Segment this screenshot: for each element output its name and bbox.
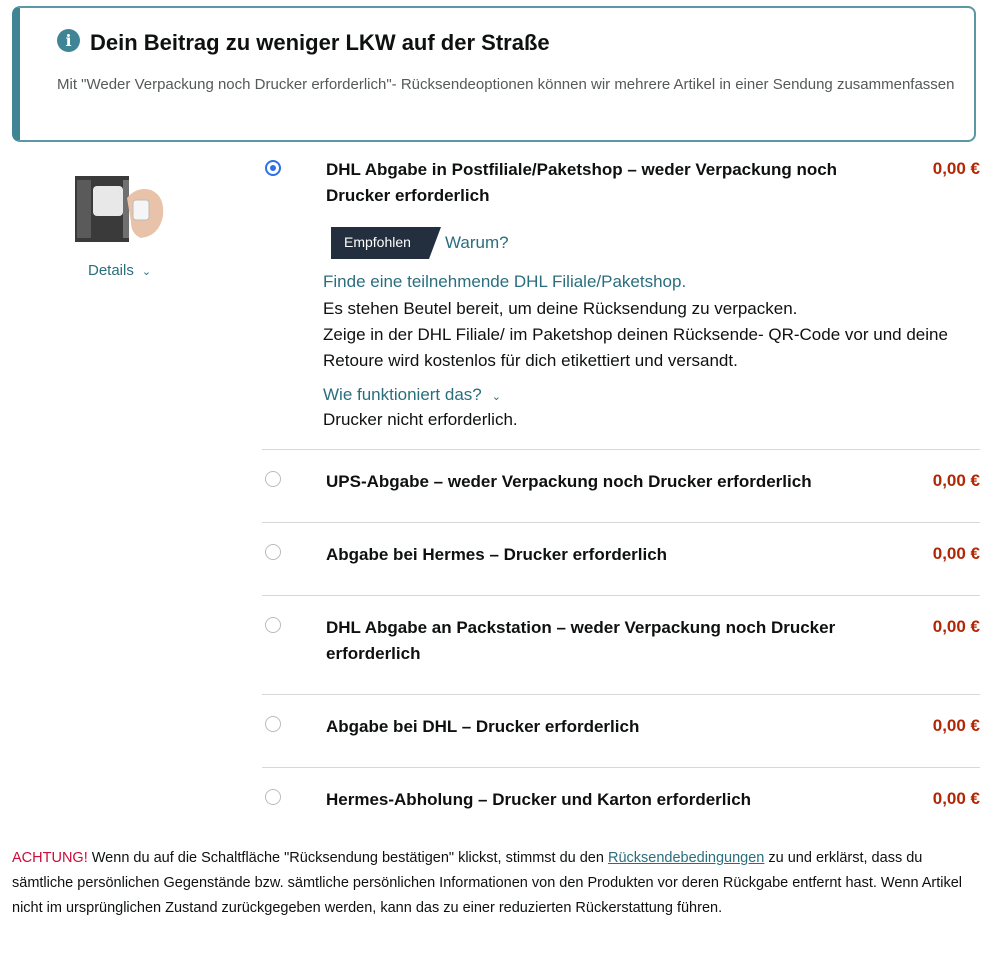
option-title: DHL Abgabe an Packstation – weder Verpac…: [326, 618, 836, 663]
option-price: 0,00 €: [932, 617, 980, 636]
radio-dhl-packstation[interactable]: [265, 617, 281, 633]
option-price: 0,00 €: [932, 789, 980, 808]
return-option-hermes[interactable]: Abgabe bei Hermes – Drucker erforderlich…: [262, 542, 980, 572]
return-option-dhl-postfiliale[interactable]: DHL Abgabe in Postfiliale/Paketshop – we…: [262, 157, 980, 237]
option-price: 0,00 €: [932, 159, 980, 178]
divider: [262, 767, 980, 768]
product-thumbnail[interactable]: [75, 176, 169, 242]
radio-dhl-postfiliale[interactable]: [265, 160, 281, 176]
option-price: 0,00 €: [932, 471, 980, 490]
details-toggle[interactable]: Details ⌄: [88, 262, 151, 279]
warning-label: ACHTUNG!: [12, 850, 88, 866]
return-option-dhl[interactable]: Abgabe bei DHL – Drucker erforderlich 0,…: [262, 714, 980, 744]
radio-dhl[interactable]: [265, 716, 281, 732]
recommended-badge: Empfohlen: [344, 234, 411, 250]
why-link[interactable]: Warum?: [445, 233, 509, 253]
divider: [262, 522, 980, 523]
option-title: Abgabe bei DHL – Drucker erforderlich: [326, 717, 640, 736]
how-it-works-toggle[interactable]: Wie funktioniert das? ⌄: [323, 385, 501, 405]
info-icon: i: [57, 29, 80, 52]
return-option-hermes-pickup[interactable]: Hermes-Abholung – Drucker und Karton erf…: [262, 787, 980, 817]
info-banner: i Dein Beitrag zu weniger LKW auf der St…: [12, 6, 976, 142]
return-terms-link[interactable]: Rücksendebedingungen: [608, 850, 764, 866]
divider: [262, 694, 980, 695]
how-it-works-label: Wie funktioniert das?: [323, 385, 482, 404]
radio-hermes[interactable]: [265, 544, 281, 560]
description-line: Zeige in der DHL Filiale/ im Paketshop d…: [323, 325, 948, 370]
legal-notice: ACHTUNG! Wenn du auf die Schaltfläche "R…: [12, 846, 987, 921]
option-title: DHL Abgabe in Postfiliale/Paketshop – we…: [326, 160, 838, 205]
find-dhl-location-link[interactable]: Finde eine teilnehmende DHL Filiale/Pake…: [323, 272, 686, 292]
description-line: Es stehen Beutel bereit, um deine Rückse…: [323, 299, 798, 318]
option-title: UPS-Abgabe – weder Verpackung noch Druck…: [326, 472, 812, 491]
option-price: 0,00 €: [932, 716, 980, 735]
return-option-ups[interactable]: UPS-Abgabe – weder Verpackung noch Druck…: [262, 469, 980, 499]
option-price: 0,00 €: [932, 544, 980, 563]
option-description: Es stehen Beutel bereit, um deine Rückse…: [323, 296, 963, 374]
option-title: Abgabe bei Hermes – Drucker erforderlich: [326, 545, 668, 564]
no-printer-note: Drucker nicht erforderlich.: [323, 410, 518, 429]
chevron-down-icon: ⌄: [491, 391, 501, 403]
divider: [262, 449, 980, 450]
radio-ups[interactable]: [265, 471, 281, 487]
divider: [262, 595, 980, 596]
details-label: Details: [88, 262, 134, 279]
banner-title: Dein Beitrag zu weniger LKW auf der Stra…: [90, 30, 550, 55]
radio-hermes-pickup[interactable]: [265, 789, 281, 805]
option-title: Hermes-Abholung – Drucker und Karton erf…: [326, 790, 752, 809]
chevron-down-icon: ⌄: [141, 266, 152, 278]
notice-text: Wenn du auf die Schaltfläche "Rücksendun…: [87, 850, 608, 866]
return-option-dhl-packstation[interactable]: DHL Abgabe an Packstation – weder Verpac…: [262, 615, 980, 670]
banner-text: Mit "Weder Verpackung noch Drucker erfor…: [57, 76, 955, 93]
